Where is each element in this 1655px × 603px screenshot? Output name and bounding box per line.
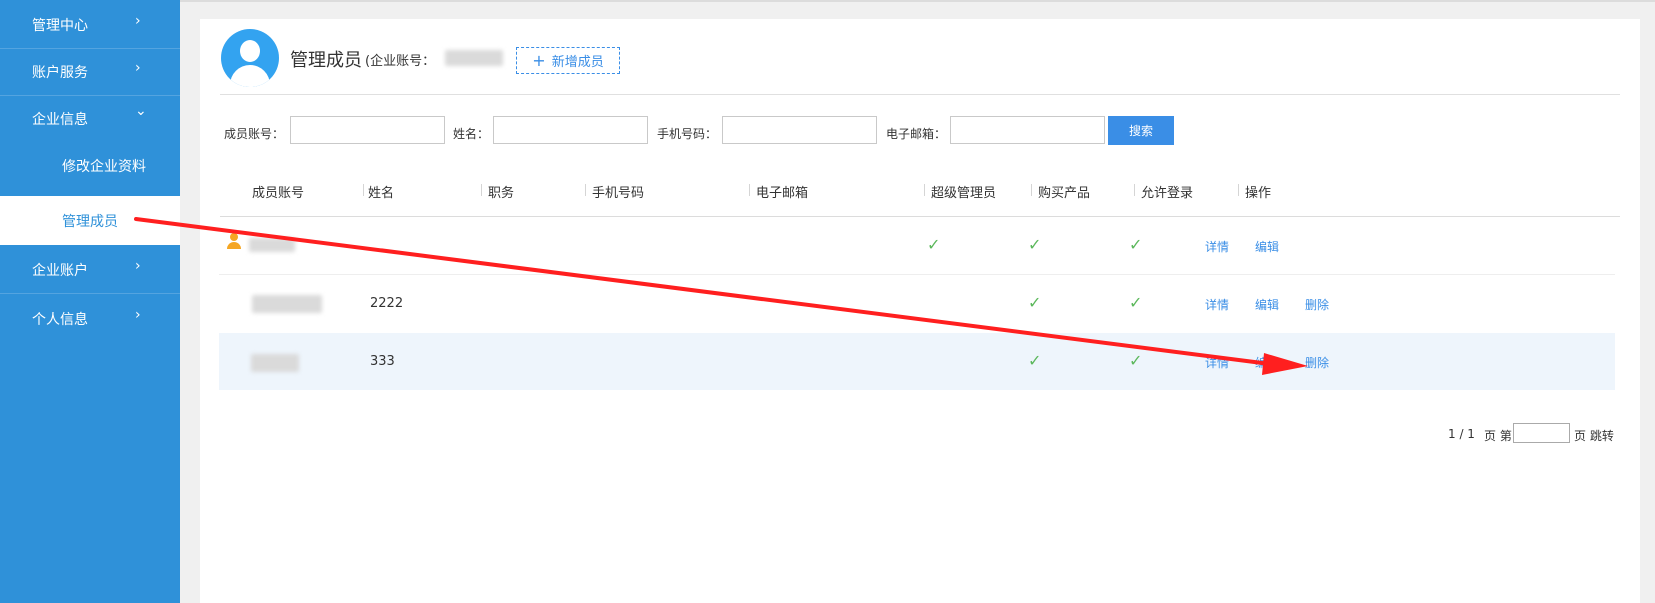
edit-link[interactable]: 编辑 bbox=[1255, 238, 1279, 255]
sidebar-item-label: 企业账户 bbox=[32, 263, 88, 279]
sidebar-item-label: 企业信息 bbox=[32, 112, 88, 128]
column-header-name: 姓名 bbox=[368, 186, 395, 201]
table-row: 333 ✓ ✓ 详情 编辑 删除 bbox=[219, 333, 1615, 390]
user-avatar-icon bbox=[221, 29, 279, 87]
buy-product-check-icon: ✓ bbox=[1028, 351, 1042, 370]
allow-login-check-icon: ✓ bbox=[1129, 235, 1143, 254]
redacted-member-account bbox=[251, 354, 299, 372]
add-member-button[interactable]: + 新增成员 bbox=[516, 47, 620, 74]
page-title: 管理成员 bbox=[290, 50, 362, 71]
sidebar-item-enterprise-info[interactable]: 企业信息 ⌄ bbox=[0, 94, 180, 143]
sidebar-item-enterprise-account[interactable]: 企业账户 › bbox=[0, 245, 180, 294]
column-separator bbox=[585, 184, 586, 196]
allow-login-check-icon: ✓ bbox=[1129, 351, 1143, 370]
sidebar: 管理中心 › 账户服务 › 企业信息 ⌄ 修改企业资料 管理成员 企业账户 › … bbox=[0, 0, 180, 603]
add-member-label: 新增成员 bbox=[551, 55, 604, 70]
member-account-input[interactable] bbox=[290, 116, 445, 144]
sidebar-item-management-center[interactable]: 管理中心 › bbox=[0, 0, 180, 49]
redacted-member-account bbox=[249, 238, 295, 252]
column-header-position: 职务 bbox=[488, 186, 515, 201]
chevron-right-icon: › bbox=[135, 60, 141, 76]
sidebar-item-account-service[interactable]: 账户服务 › bbox=[0, 47, 180, 96]
edit-link[interactable]: 编辑 bbox=[1255, 354, 1279, 371]
member-account-label: 成员账号： bbox=[224, 127, 285, 141]
buy-product-check-icon: ✓ bbox=[1028, 235, 1042, 254]
chevron-down-icon: ⌄ bbox=[135, 103, 147, 119]
column-header-actions: 操作 bbox=[1245, 186, 1272, 201]
allow-login-check-icon: ✓ bbox=[1129, 293, 1143, 312]
sidebar-item-label: 个人信息 bbox=[32, 312, 88, 328]
detail-link[interactable]: 详情 bbox=[1205, 238, 1229, 255]
search-button[interactable]: 搜索 bbox=[1108, 116, 1174, 145]
delete-link[interactable]: 删除 bbox=[1305, 296, 1329, 313]
member-name: 2222 bbox=[370, 296, 404, 311]
detail-link[interactable]: 详情 bbox=[1205, 354, 1229, 371]
phone-input[interactable] bbox=[722, 116, 877, 144]
top-border bbox=[180, 0, 1655, 2]
member-name: 333 bbox=[370, 354, 395, 369]
column-separator bbox=[749, 184, 750, 196]
delete-link[interactable]: 删除 bbox=[1305, 354, 1329, 371]
redacted-member-account bbox=[252, 295, 322, 313]
sidebar-item-label: 修改企业资料 bbox=[62, 159, 146, 175]
email-label: 电子邮箱： bbox=[886, 127, 947, 141]
edit-link[interactable]: 编辑 bbox=[1255, 296, 1279, 313]
main-panel: 管理成员 (企业账号： + 新增成员 成员账号： 姓名： 手机号码： 电子邮箱： … bbox=[200, 19, 1640, 603]
sidebar-item-label: 管理中心 bbox=[32, 18, 88, 34]
redacted-account-number bbox=[445, 50, 503, 66]
super-admin-check-icon: ✓ bbox=[927, 235, 941, 254]
column-separator bbox=[481, 184, 482, 196]
sidebar-item-label: 账户服务 bbox=[32, 65, 88, 81]
page-jump-label[interactable]: 页 跳转 bbox=[1574, 427, 1614, 444]
column-header-allow-login: 允许登录 bbox=[1141, 186, 1194, 201]
column-header-email: 电子邮箱 bbox=[756, 186, 809, 201]
email-input[interactable] bbox=[950, 116, 1105, 144]
column-header-super-admin: 超级管理员 bbox=[931, 186, 997, 201]
table-row: 2222 ✓ ✓ 详情 编辑 删除 bbox=[219, 275, 1615, 332]
column-separator bbox=[1031, 184, 1032, 196]
super-admin-user-icon bbox=[227, 233, 241, 249]
divider bbox=[220, 94, 1620, 95]
plus-icon: + bbox=[532, 51, 546, 70]
column-header-member-account: 成员账号 bbox=[252, 186, 305, 201]
column-separator bbox=[363, 184, 364, 196]
page-prefix-label: 页 第 bbox=[1484, 429, 1512, 443]
sidebar-item-label: 管理成员 bbox=[62, 214, 118, 230]
column-separator bbox=[924, 184, 925, 196]
enterprise-account-label: (企业账号： bbox=[365, 54, 436, 69]
column-header-phone: 手机号码 bbox=[592, 186, 645, 201]
sidebar-item-manage-members[interactable]: 管理成员 bbox=[0, 196, 180, 245]
page-info: 1 / 1 bbox=[1448, 427, 1475, 441]
sidebar-item-personal-info[interactable]: 个人信息 › bbox=[0, 294, 180, 343]
name-input[interactable] bbox=[493, 116, 648, 144]
chevron-right-icon: › bbox=[135, 307, 141, 323]
column-header-buy-product: 购买产品 bbox=[1038, 186, 1091, 201]
buy-product-check-icon: ✓ bbox=[1028, 293, 1042, 312]
detail-link[interactable]: 详情 bbox=[1205, 296, 1229, 313]
column-separator bbox=[1134, 184, 1135, 196]
page-number-input[interactable] bbox=[1513, 423, 1570, 443]
table-row: ✓ ✓ ✓ 详情 编辑 bbox=[219, 217, 1615, 274]
chevron-right-icon: › bbox=[135, 13, 141, 29]
phone-label: 手机号码： bbox=[657, 127, 718, 141]
chevron-right-icon: › bbox=[135, 258, 141, 274]
name-label: 姓名： bbox=[453, 127, 490, 141]
sidebar-item-edit-enterprise-profile[interactable]: 修改企业资料 bbox=[0, 141, 180, 190]
column-separator bbox=[1238, 184, 1239, 196]
